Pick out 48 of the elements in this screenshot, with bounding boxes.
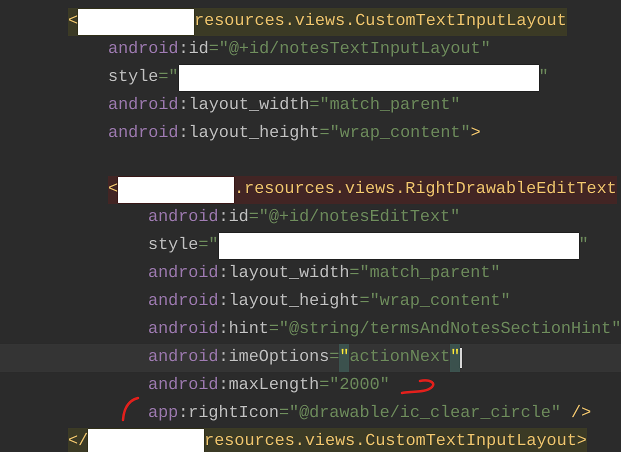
code-token: resources.views.CustomTextInputLayout bbox=[194, 11, 567, 33]
code-token: ="match_parent" bbox=[309, 95, 460, 117]
code-token: :layout_width bbox=[218, 263, 350, 285]
code-token: </ bbox=[68, 431, 88, 452]
code-token: app bbox=[148, 403, 178, 425]
code-token: /> bbox=[570, 403, 592, 425]
code-token: :maxLength bbox=[218, 375, 320, 397]
code-token: = bbox=[329, 347, 340, 369]
code-token: ="@drawable/ic_clear_circle" bbox=[278, 403, 561, 425]
code-token: ="match_parent" bbox=[349, 263, 500, 285]
code-token: android bbox=[148, 375, 218, 397]
code-token: < bbox=[108, 179, 118, 201]
code-token: < bbox=[68, 11, 78, 33]
code-token: :imeOptions bbox=[218, 347, 330, 369]
code-token: " bbox=[450, 344, 460, 372]
code-token: ="@+id/notesEditText" bbox=[248, 207, 460, 229]
code-token: style bbox=[148, 235, 198, 257]
code-token: android bbox=[108, 39, 178, 61]
code-token: android bbox=[108, 95, 178, 117]
code-token: :layout_width bbox=[178, 95, 310, 117]
text-caret bbox=[460, 348, 462, 368]
code-token: actionNext bbox=[349, 347, 450, 369]
code-token: ="@+id/notesTextInputLayout" bbox=[208, 39, 491, 61]
code-token: :hint bbox=[218, 319, 269, 341]
code-token: ="wrap_content" bbox=[320, 123, 471, 145]
code-token: :id bbox=[178, 39, 209, 61]
code-token: resources.views.CustomTextInputLayout> bbox=[204, 431, 587, 452]
code-token: ="wrap_content" bbox=[360, 291, 511, 313]
code-token: :layout_height bbox=[218, 291, 360, 313]
code-token: =" bbox=[198, 235, 219, 257]
code-token: ="2000" bbox=[319, 375, 390, 397]
code-token: android bbox=[108, 123, 178, 145]
code-token: :layout_height bbox=[178, 123, 320, 145]
code-token: " bbox=[578, 235, 589, 257]
code-token: ="@string/termsAndNotesSectionHint" bbox=[268, 319, 621, 341]
code-token: :rightIcon bbox=[178, 403, 279, 425]
code-token: > bbox=[470, 123, 481, 145]
code-token: :id bbox=[218, 207, 249, 229]
code-token: android bbox=[148, 291, 218, 313]
code-token: android bbox=[148, 347, 218, 369]
code-token: android bbox=[148, 207, 218, 229]
code-token: .resources.views.RightDrawableEditText bbox=[234, 179, 617, 201]
code-token: " bbox=[538, 67, 549, 89]
code-token: android bbox=[148, 319, 218, 341]
code-token: " bbox=[339, 344, 350, 372]
code-token: =" bbox=[158, 67, 179, 89]
code-token: android bbox=[148, 263, 218, 285]
code-token: style bbox=[108, 67, 158, 89]
